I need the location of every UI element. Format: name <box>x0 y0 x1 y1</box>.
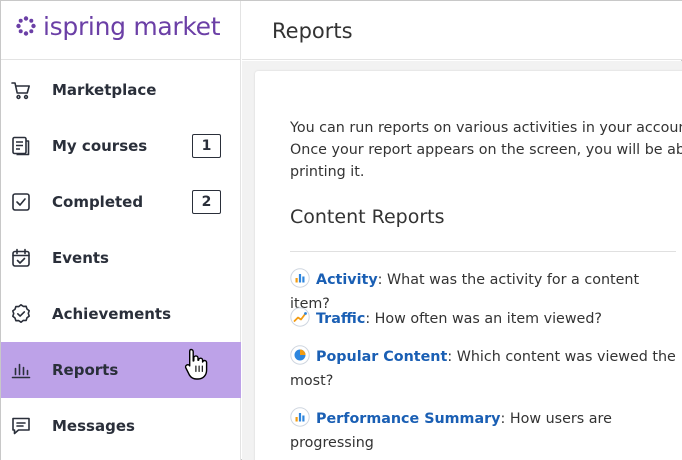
count-badge: 2 <box>192 190 221 214</box>
report-item-popular-content: Popular Content: Which content was viewe… <box>290 345 680 393</box>
intro-line: You can run reports on various activitie… <box>290 120 682 136</box>
sidebar-item-label: Messages <box>52 417 135 435</box>
report-link-performance-summary[interactable]: Performance Summary <box>316 411 500 427</box>
sidebar: ispring market Marketplace My courses 1 <box>1 1 241 460</box>
sidebar-item-my-courses[interactable]: My courses 1 <box>1 118 241 174</box>
sidebar-item-label: Marketplace <box>52 81 157 99</box>
divider <box>1 59 241 60</box>
sidebar-item-label: Events <box>52 249 109 267</box>
ispring-logo-icon <box>16 16 36 36</box>
sidebar-item-events[interactable]: Events <box>1 230 241 286</box>
divider <box>290 251 676 252</box>
report-link-traffic[interactable]: Traffic <box>316 311 365 327</box>
checkbox-icon <box>10 191 32 213</box>
message-icon <box>10 415 32 437</box>
report-item-performance-summary: Performance Summary: How users are progr… <box>290 407 680 455</box>
intro-line: Once your report appears on the screen, … <box>290 142 682 158</box>
calendar-check-icon <box>10 247 32 269</box>
bar-chart-icon <box>10 359 32 381</box>
medal-icon <box>10 303 32 325</box>
page-title: Reports <box>272 19 353 43</box>
sidebar-item-completed[interactable]: Completed 2 <box>1 174 241 230</box>
main-content: You can run reports on various activitie… <box>242 61 682 460</box>
logo-text: ispring market <box>43 11 221 41</box>
sidebar-item-label: Completed <box>52 193 144 211</box>
reports-card: You can run reports on various activitie… <box>255 71 682 460</box>
sidebar-item-label: Achievements <box>52 305 172 323</box>
line-chart-icon <box>290 307 310 327</box>
report-description: : How often was an item viewed? <box>365 311 602 327</box>
report-link-popular-content[interactable]: Popular Content <box>316 349 447 365</box>
hand-cursor-icon <box>184 348 208 380</box>
cart-icon <box>10 79 32 101</box>
report-link-activity[interactable]: Activity <box>316 272 378 288</box>
document-icon <box>10 135 32 157</box>
sidebar-item-label: Reports <box>52 361 119 379</box>
section-title: Content Reports <box>290 206 445 228</box>
intro-text: You can run reports on various activitie… <box>290 117 682 183</box>
sidebar-item-label: My courses <box>52 137 148 155</box>
logo[interactable]: ispring market <box>15 10 221 42</box>
sidebar-item-achievements[interactable]: Achievements <box>1 286 241 342</box>
sidebar-item-messages[interactable]: Messages <box>1 398 241 454</box>
intro-line: printing it. <box>290 164 365 180</box>
pie-chart-icon <box>290 345 310 365</box>
bar-chart-icon <box>290 268 310 288</box>
page-header: Reports <box>242 1 682 60</box>
bar-chart-icon <box>290 407 310 427</box>
count-badge: 1 <box>192 134 221 158</box>
report-item-traffic: Traffic: How often was an item viewed? <box>290 307 680 331</box>
sidebar-item-marketplace[interactable]: Marketplace <box>1 62 241 118</box>
